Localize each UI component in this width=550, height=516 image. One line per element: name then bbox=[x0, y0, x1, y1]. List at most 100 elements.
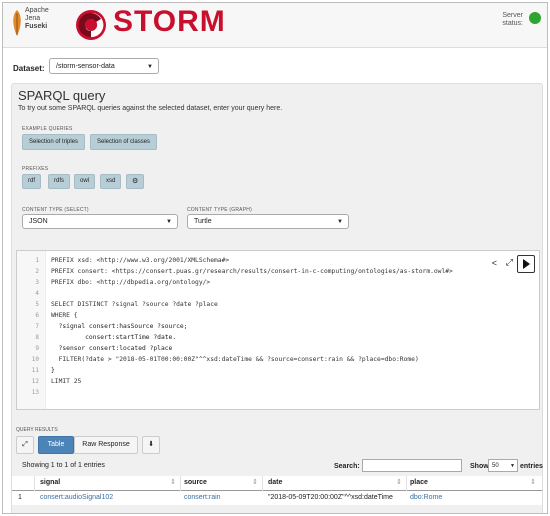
row-index: 1 bbox=[18, 494, 22, 501]
fullscreen-icon[interactable]: ⤢ bbox=[506, 257, 513, 268]
entries-label: entries bbox=[520, 463, 543, 470]
run-query-button[interactable] bbox=[517, 255, 535, 273]
prefix-rdfs-button[interactable]: rdfs bbox=[48, 174, 71, 189]
dataset-select[interactable]: /storm-sensor-data ▼ bbox=[49, 58, 159, 74]
cell-place[interactable]: dbo:Rome bbox=[410, 494, 442, 501]
code-line: 7 ?signal consert:hasSource ?source; bbox=[17, 322, 497, 332]
page-size-value: 50 bbox=[492, 463, 499, 469]
caret-down-icon: ▼ bbox=[510, 463, 515, 469]
results-table-header: signal ⇕ source ⇕ date ⇕ place ⇕ bbox=[12, 476, 542, 491]
code-line: 5 SELECT DISTINCT ?signal ?source ?date ?… bbox=[17, 300, 497, 310]
line-number: 11 bbox=[31, 367, 39, 374]
cell-date: "2018-05-09T20:00:00Z"^^xsd:dateTime bbox=[268, 494, 393, 501]
code-line: 11} bbox=[17, 366, 497, 376]
caret-down-icon: ▼ bbox=[147, 64, 153, 70]
query-editor[interactable]: 1 PREFIX xsd: <http://www.w3.org/2001/XML… bbox=[16, 250, 540, 410]
query-results-label: QUERY RESULTS bbox=[16, 427, 58, 433]
code-line: 10 FILTER(?date > "2018-05-01T00:00:00Z"… bbox=[17, 355, 497, 365]
prefix-owl-button[interactable]: owl bbox=[74, 174, 96, 189]
code-line: 3 PREFIX dbo: <http://dbpedia.org/ontolog… bbox=[17, 278, 497, 288]
line-number: 7 bbox=[35, 323, 39, 330]
sort-icon[interactable]: ⇕ bbox=[170, 478, 176, 486]
code-line: 1 PREFIX xsd: <http://www.w3.org/2001/XML… bbox=[17, 256, 497, 266]
cell-source[interactable]: consert:rain bbox=[184, 494, 221, 501]
caret-down-icon: ▼ bbox=[166, 219, 172, 225]
line-number: 10 bbox=[31, 356, 39, 363]
code-line: 6 WHERE { bbox=[17, 311, 497, 321]
share-icon[interactable]: < bbox=[492, 258, 497, 268]
code-text: LIMIT 25 bbox=[51, 378, 82, 385]
show-label: Show bbox=[470, 463, 489, 470]
sort-icon[interactable]: ⇕ bbox=[530, 478, 536, 486]
example-query-triples-button[interactable]: Selection of triples bbox=[22, 134, 86, 150]
sparql-query-panel: SPARQL query To try out some SPARQL quer… bbox=[11, 83, 543, 513]
content-type-graph-select[interactable]: Turtle ▼ bbox=[187, 214, 349, 229]
column-header-signal[interactable]: signal bbox=[40, 479, 60, 486]
code-text: PREFIX dbo: <http://dbpedia.org/ontology… bbox=[51, 279, 211, 286]
line-number: 8 bbox=[35, 334, 39, 341]
prefixes-label: PREFIXES bbox=[22, 166, 49, 172]
code-line: 8 consert:startTime ?date. bbox=[17, 333, 497, 343]
expand-results-icon[interactable]: ⤢ bbox=[16, 436, 34, 454]
code-text: FILTER(?date > "2018-05-01T00:00:00Z"^^x… bbox=[51, 356, 419, 363]
line-number: 12 bbox=[31, 378, 39, 385]
dataset-value: /storm-sensor-data bbox=[56, 63, 115, 70]
example-query-classes-button[interactable]: Selection of classes bbox=[90, 134, 158, 150]
brand-title: STORM bbox=[113, 5, 226, 38]
tab-raw-response[interactable]: Raw Response bbox=[74, 436, 138, 454]
code-text: PREFIX consert: <https://consert.puas.gr… bbox=[51, 268, 453, 275]
play-icon bbox=[523, 259, 530, 269]
code-text: } bbox=[51, 367, 55, 374]
content-type-select-value: JSON bbox=[29, 218, 48, 225]
column-header-source[interactable]: source bbox=[184, 479, 207, 486]
caret-down-icon: ▼ bbox=[337, 219, 343, 225]
search-label: Search: bbox=[334, 463, 360, 470]
code-line: 9 ?sensor consert:located ?place bbox=[17, 344, 497, 354]
code-text: WHERE { bbox=[51, 312, 78, 319]
table-row: 1 consert:audioSignal102 consert:rain "2… bbox=[12, 491, 542, 505]
page-size-select[interactable]: 50 ▼ bbox=[488, 459, 518, 472]
prefix-rdf-button[interactable]: rdf bbox=[22, 174, 42, 189]
entries-info: Showing 1 to 1 of 1 entries bbox=[22, 462, 105, 469]
code-line: 2 PREFIX consert: <https://consert.puas.g… bbox=[17, 267, 497, 277]
line-number: 2 bbox=[35, 268, 39, 275]
code-text: ?sensor consert:located ?place bbox=[51, 345, 173, 352]
sort-icon[interactable]: ⇕ bbox=[252, 478, 258, 486]
cell-signal[interactable]: consert:audioSignal102 bbox=[40, 494, 113, 501]
server-status-indicator bbox=[529, 12, 541, 24]
panel-subtitle: To try out some SPARQL queries against t… bbox=[18, 105, 283, 112]
panel-title: SPARQL query bbox=[18, 88, 106, 103]
column-header-date[interactable]: date bbox=[268, 479, 282, 486]
content-type-graph-value: Turtle bbox=[194, 218, 212, 225]
results-search-input[interactable] bbox=[362, 459, 462, 472]
jena-logo-text: Apache Jena Fuseki bbox=[25, 7, 49, 30]
code-text: consert:startTime ?date. bbox=[51, 334, 177, 341]
server-status-label: Server status: bbox=[502, 12, 523, 27]
prefix-xsd-button[interactable]: xsd bbox=[100, 174, 122, 189]
content-type-select-label: CONTENT TYPE (SELECT) bbox=[22, 207, 89, 213]
add-prefix-gear-icon[interactable]: ⚙ bbox=[126, 174, 144, 189]
jena-feather-icon bbox=[13, 10, 21, 36]
example-queries-label: EXAMPLE QUERIES bbox=[22, 126, 73, 132]
line-number: 3 bbox=[35, 279, 39, 286]
header: Apache Jena Fuseki STORM Server status: bbox=[3, 3, 547, 48]
code-text: PREFIX xsd: <http://www.w3.org/2001/XMLS… bbox=[51, 257, 230, 264]
sort-icon[interactable]: ⇕ bbox=[396, 478, 402, 486]
line-number: 4 bbox=[35, 290, 39, 297]
code-line: 13 bbox=[17, 388, 497, 398]
code-text: ?signal consert:hasSource ?source; bbox=[51, 323, 188, 330]
tab-table[interactable]: Table bbox=[38, 436, 74, 454]
line-number: 13 bbox=[31, 389, 39, 396]
app-window: Apache Jena Fuseki STORM Server status: … bbox=[2, 2, 548, 514]
line-number: 6 bbox=[35, 312, 39, 319]
dataset-label: Dataset: bbox=[13, 64, 45, 73]
content-type-select[interactable]: JSON ▼ bbox=[22, 214, 178, 229]
storm-logo-icon bbox=[76, 10, 106, 40]
column-header-place[interactable]: place bbox=[410, 479, 428, 486]
line-number: 9 bbox=[35, 345, 39, 352]
line-number: 1 bbox=[35, 257, 39, 264]
code-line: 4 bbox=[17, 289, 497, 299]
download-icon[interactable]: ⬇ bbox=[142, 436, 160, 454]
code-text: SELECT DISTINCT ?signal ?source ?date ?p… bbox=[51, 301, 218, 308]
line-number: 5 bbox=[35, 301, 39, 308]
